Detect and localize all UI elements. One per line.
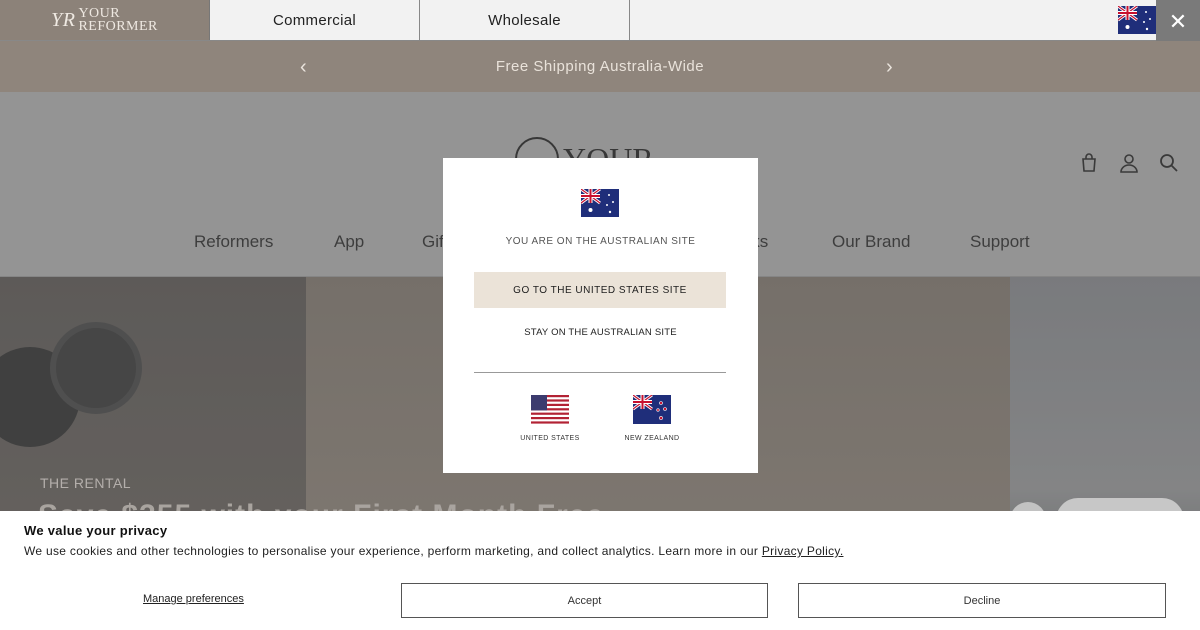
- region-option-label: NEW ZEALAND: [624, 435, 680, 442]
- brand-tab[interactable]: YR YOUR REFORMER: [0, 0, 210, 40]
- us-flag-icon: [531, 395, 569, 424]
- region-modal: YOU ARE ON THE AUSTRALIAN SITE GO TO THE…: [443, 158, 758, 473]
- modal-divider: [474, 372, 726, 373]
- chevron-left-icon[interactable]: ‹: [300, 56, 307, 79]
- store-switcher-bar: YR YOUR REFORMER Commercial Wholesale: [0, 0, 1200, 41]
- privacy-policy-link[interactable]: Privacy Policy.: [762, 544, 844, 558]
- cookie-body-text: We use cookies and other technologies to…: [24, 544, 762, 558]
- brand-logo: YR YOUR REFORMER: [51, 5, 158, 34]
- tab-wholesale[interactable]: Wholesale: [420, 0, 630, 40]
- brand-line-2: REFORMER: [78, 19, 158, 34]
- au-flag-icon: [1117, 4, 1156, 34]
- announcement-text: Free Shipping Australia-Wide: [495, 58, 705, 75]
- region-option-nz[interactable]: NEW ZEALAND: [612, 393, 692, 442]
- chevron-right-icon[interactable]: ›: [886, 56, 893, 79]
- close-icon[interactable]: ✕: [1156, 0, 1200, 44]
- au-flag-icon: [580, 187, 619, 222]
- announcement-bar: ‹ Free Shipping Australia-Wide ›: [0, 41, 1200, 92]
- region-option-label: UNITED STATES: [520, 435, 580, 442]
- cookie-banner: We value your privacy We use cookies and…: [0, 511, 1200, 630]
- region-selector[interactable]: [1117, 4, 1156, 39]
- nz-flag-icon: [632, 393, 671, 424]
- accept-button[interactable]: Accept: [401, 583, 768, 618]
- region-option-us[interactable]: UNITED STATES: [510, 395, 590, 442]
- manage-preferences-link[interactable]: Manage preferences: [143, 593, 244, 605]
- tab-commercial[interactable]: Commercial: [210, 0, 420, 40]
- cookie-body: We use cookies and other technologies to…: [24, 544, 843, 558]
- go-to-us-site-button[interactable]: GO TO THE UNITED STATES SITE: [474, 272, 726, 308]
- stay-on-au-site-link[interactable]: STAY ON THE AUSTRALIAN SITE: [443, 327, 758, 338]
- cookie-title: We value your privacy: [24, 523, 168, 538]
- decline-button[interactable]: Decline: [798, 583, 1166, 618]
- region-message: YOU ARE ON THE AUSTRALIAN SITE: [505, 236, 696, 247]
- brand-line-1: YOUR: [78, 5, 121, 21]
